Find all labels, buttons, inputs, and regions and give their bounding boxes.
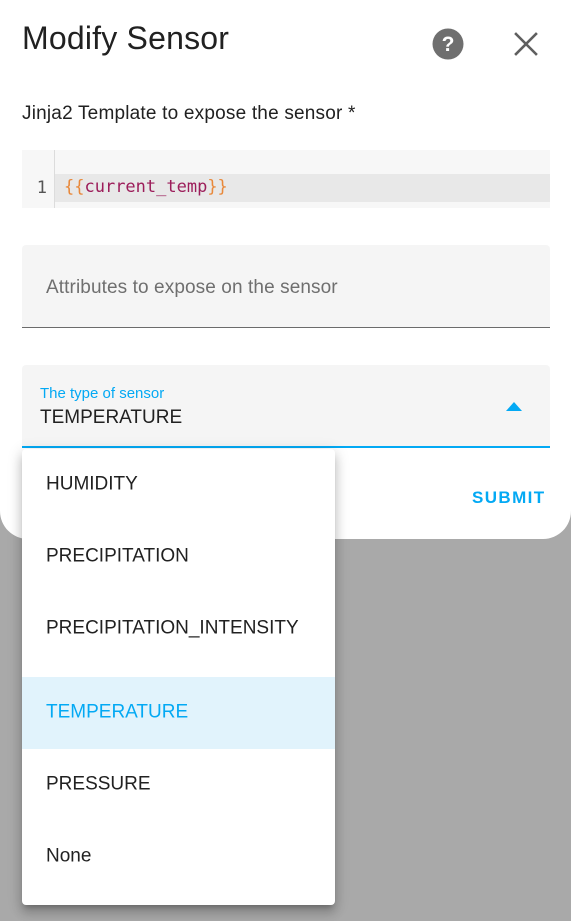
submit-button[interactable]: SUBMIT <box>466 486 552 510</box>
menu-item-label: PRECIPITATION_INTENSITY <box>46 617 299 639</box>
code-open-brace: {{ <box>64 177 85 197</box>
attributes-placeholder: Attributes to expose on the sensor <box>46 277 338 298</box>
sensor-type-select[interactable]: The type of sensor TEMPERATURE <box>22 365 550 448</box>
menu-item-label: PRESSURE <box>46 773 151 795</box>
menu-item-label: HUMIDITY <box>46 473 138 495</box>
template-label: Jinja2 Template to expose the sensor * <box>22 103 356 124</box>
menu-item-label: TEMPERATURE <box>46 701 189 723</box>
svg-text:?: ? <box>442 33 455 56</box>
sensor-type-menu: HUMIDITY PRECIPITATION PRECIPITATION_INT… <box>22 449 335 905</box>
dialog-title: Modify Sensor <box>22 20 230 56</box>
menu-item-humidity[interactable]: HUMIDITY <box>22 449 335 521</box>
code-close-brace: }} <box>207 177 228 197</box>
sensor-type-value: TEMPERATURE <box>40 407 183 428</box>
code-gutter: 1 <box>22 150 55 208</box>
menu-item-precipitation[interactable]: PRECIPITATION <box>22 521 335 593</box>
code-variable: current_temp <box>84 177 208 197</box>
code-text: {{current_temp}} <box>64 177 228 197</box>
template-code-editor[interactable]: 1 {{current_temp}} <box>22 150 550 208</box>
menu-item-label: PRECIPITATION <box>46 545 189 567</box>
caret-up-icon[interactable] <box>506 401 522 411</box>
menu-item-none[interactable]: None <box>22 821 335 893</box>
menu-item-temperature[interactable]: TEMPERATURE <box>22 677 335 749</box>
menu-item-pressure[interactable]: PRESSURE <box>22 749 335 821</box>
menu-item-precipitation-intensity[interactable]: PRECIPITATION_INTENSITY <box>22 593 335 665</box>
line-number: 1 <box>36 178 47 198</box>
active-code-line[interactable]: {{current_temp}} <box>55 174 550 202</box>
attributes-input[interactable]: Attributes to expose on the sensor <box>22 245 550 328</box>
help-circle-icon[interactable]: ? <box>432 28 464 60</box>
sensor-type-label: The type of sensor <box>40 385 165 402</box>
close-icon[interactable] <box>510 28 542 60</box>
menu-item-label: None <box>46 845 92 867</box>
